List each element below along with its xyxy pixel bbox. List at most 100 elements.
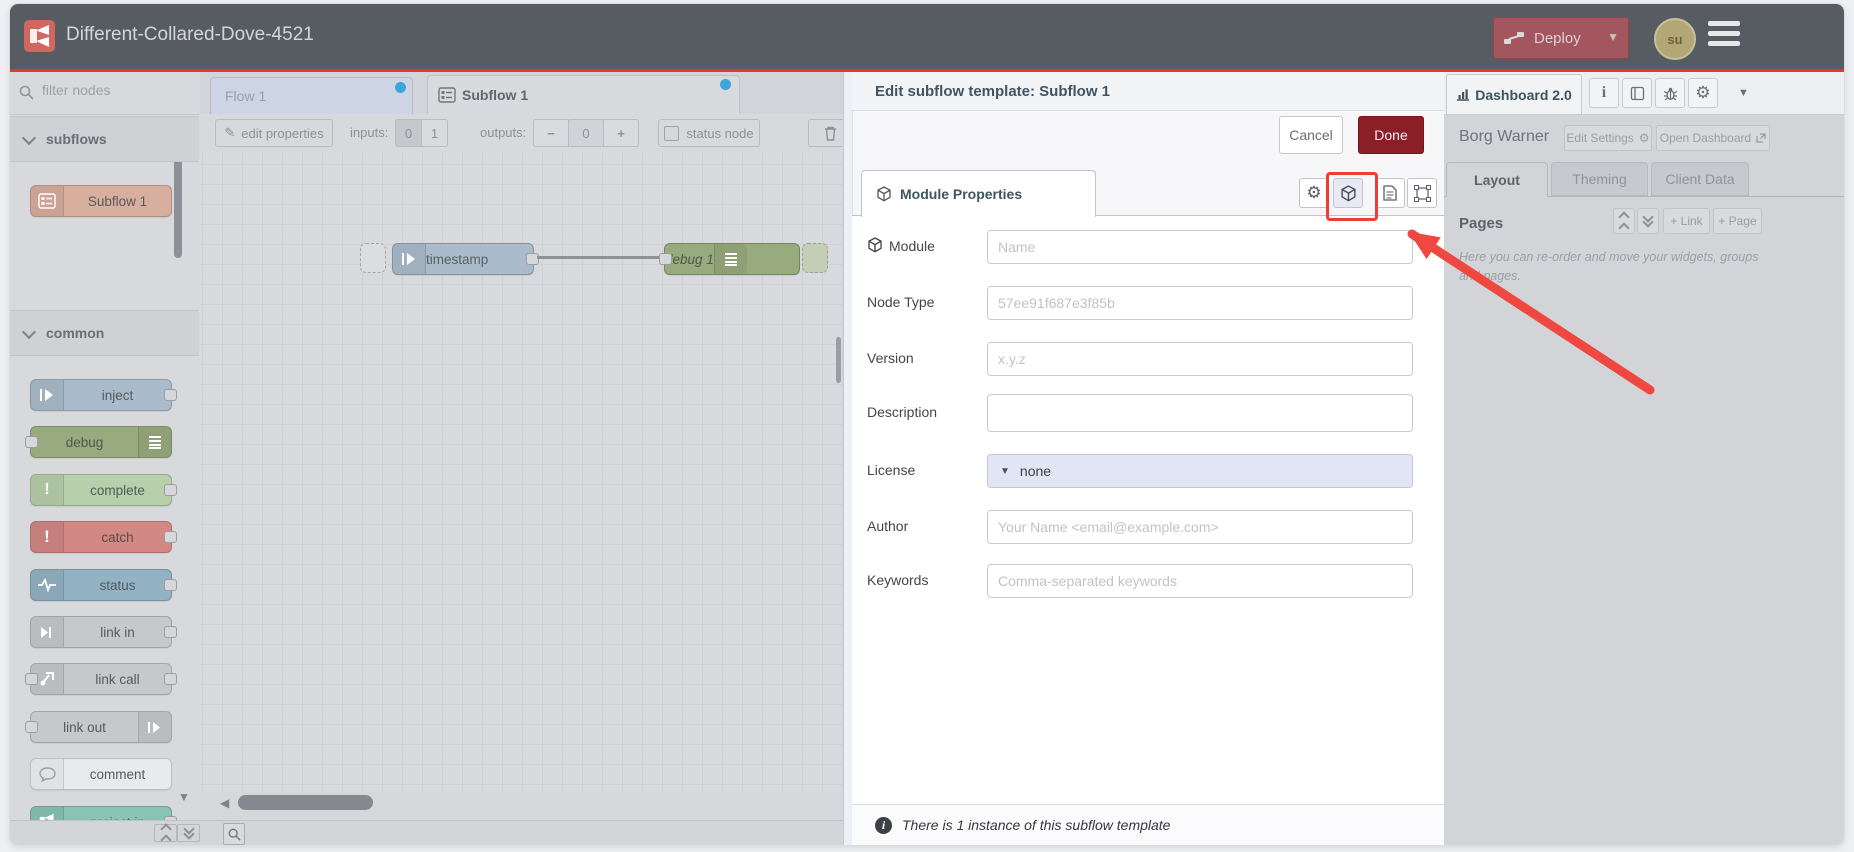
complete-icon: ! [31,475,64,505]
wire[interactable] [537,256,659,259]
help-tab-button[interactable] [1622,78,1652,108]
user-avatar[interactable]: su [1654,18,1696,60]
palette-filter-input[interactable] [40,81,174,99]
keywords-input[interactable] [987,564,1413,598]
canvas-node-debug1[interactable]: debug 1 [659,243,800,275]
main-menu-icon[interactable] [1708,21,1740,52]
button-label: edit properties [241,125,324,141]
palette-footer [10,820,200,845]
add-page-button[interactable]: + Page [1713,208,1762,234]
outputs-increase-button[interactable]: + [603,119,639,147]
palette-node-catch[interactable]: ! catch [30,521,177,553]
appearance-tab-button[interactable] [1407,178,1437,208]
move-down-button[interactable] [1637,208,1659,234]
palette-node-comment[interactable]: comment [30,758,172,790]
pencil-icon: ✎ [224,125,236,140]
edit-settings-button[interactable]: Edit Settings ⚙ [1564,125,1652,151]
properties-tab-button[interactable]: ⚙ [1299,178,1329,208]
bug-icon [1663,87,1677,100]
input-port[interactable] [25,436,38,448]
add-link-button[interactable]: + Link [1663,208,1710,234]
sidebar-tabstrip: Dashboard 2.0 i ⚙ ▼ [1444,72,1844,115]
input-port[interactable] [25,673,38,685]
tab-subflow1[interactable]: Subflow 1 [427,75,740,116]
subflow-output-stub[interactable] [802,243,828,273]
outputs-count: 0 [568,119,604,147]
settings-tab-button[interactable]: ⚙ [1688,78,1718,108]
tab-layout[interactable]: Layout [1446,162,1548,197]
subflow-input-stub[interactable] [360,243,386,273]
output-port[interactable] [526,253,539,265]
status-node-toggle[interactable]: status node [658,119,760,147]
tab-client-data[interactable]: Client Data [1651,162,1749,196]
node-type-label: Node Type [867,294,935,310]
expand-all-button[interactable] [177,823,200,842]
license-select[interactable]: ▼ none [987,454,1413,488]
tab-flow1[interactable]: Flow 1 [210,77,413,114]
move-up-button[interactable] [1613,208,1635,234]
version-label: Version [867,350,914,366]
gear-icon: ⚙ [1306,183,1322,202]
version-input[interactable] [987,342,1413,376]
flow-canvas: timestamp debug 1 [200,152,843,792]
node-label: timestamp [426,251,489,267]
palette-category-subflows[interactable]: subflows [10,116,199,162]
input-port[interactable] [659,253,672,265]
more-tabs-caret-icon[interactable]: ▼ [1738,87,1749,99]
debug-list-icon [138,427,171,457]
description-input[interactable] [987,394,1413,432]
avatar-initials: su [1667,31,1683,47]
info-tab-button[interactable]: i [1589,78,1619,108]
palette-node-debug[interactable]: debug [25,426,172,458]
scroll-left-icon[interactable]: ◀ [220,796,229,810]
palette-node-link-out[interactable]: link out [25,711,172,743]
author-label: Author [867,518,909,534]
tab-theming[interactable]: Theming [1551,162,1648,196]
link-out-icon [138,712,171,742]
app-window: Different-Collared-Dove-4521 Deploy ▼ su… [10,4,1844,845]
object-frame-icon [1413,184,1431,202]
deploy-caret-icon[interactable]: ▼ [1607,30,1619,44]
inputs-0-button[interactable]: 0 [395,119,422,147]
tab-dashboard[interactable]: Dashboard 2.0 [1446,74,1582,114]
output-port[interactable] [164,531,177,543]
inputs-1-button[interactable]: 1 [421,119,448,147]
open-dashboard-button[interactable]: Open Dashboard [1656,125,1770,151]
canvas-vscrollbar[interactable] [836,337,841,383]
palette-scroll-down-icon[interactable]: ▼ [178,790,190,804]
palette-node-link-call[interactable]: link call [25,663,177,695]
link-in-icon [31,617,64,647]
output-port[interactable] [164,389,177,401]
palette-node-status[interactable]: status [30,569,177,601]
outputs-decrease-button[interactable]: − [533,119,569,147]
dialog-title: Edit subflow template: Subflow 1 [875,83,1111,100]
deploy-button[interactable]: Deploy ▼ [1493,17,1629,59]
palette-category-common[interactable]: common [10,310,199,356]
caret-down-icon: ▼ [1000,465,1010,477]
palette-node-complete[interactable]: ! complete [30,474,177,506]
palette-node-subflow1[interactable]: Subflow 1 [30,185,172,217]
debug-tab-button[interactable] [1655,78,1685,108]
hscroll-thumb[interactable] [238,795,373,810]
done-button[interactable]: Done [1358,116,1424,154]
palette-node-inject[interactable]: inject [30,379,177,411]
collapse-all-button[interactable] [154,823,177,845]
keywords-label: Keywords [867,572,929,588]
author-input[interactable] [987,510,1413,544]
canvas-search-button[interactable] [223,823,245,845]
output-port[interactable] [164,626,177,638]
cancel-button[interactable]: Cancel [1279,116,1343,154]
output-port[interactable] [164,484,177,496]
right-sidebar: Dashboard 2.0 i ⚙ ▼ Borg Warner Edit Set… [1443,72,1844,845]
palette-node-link-in[interactable]: link in [30,616,177,648]
description-tab-button[interactable] [1375,178,1405,208]
node-type-input[interactable] [987,286,1413,320]
module-input[interactable] [987,230,1413,264]
input-port[interactable] [25,721,38,733]
output-port[interactable] [164,579,177,591]
tab-module-properties-face[interactable]: Module Properties [861,170,1096,217]
node-red-logo-icon [24,20,55,52]
edit-properties-button[interactable]: ✎ edit properties [215,119,333,147]
canvas-node-timestamp[interactable]: timestamp [392,243,539,275]
output-port[interactable] [164,673,177,685]
